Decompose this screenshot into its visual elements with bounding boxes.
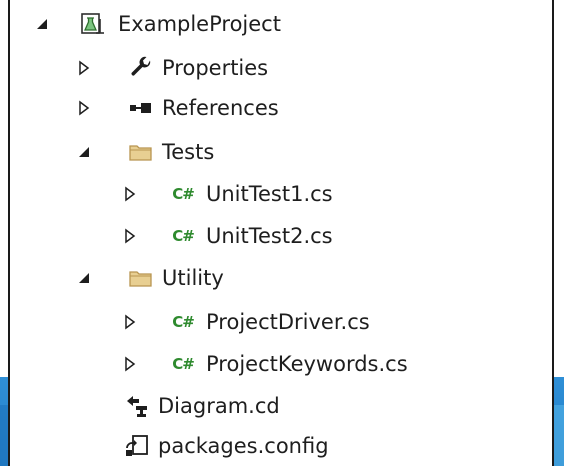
unittest1-label: UnitTest1.cs <box>206 182 333 206</box>
diagram-label: Diagram.cd <box>158 394 280 418</box>
slide-background: ExampleProject Properties References Tes… <box>0 0 564 466</box>
projectkeywords-label: ProjectKeywords.cs <box>206 352 408 376</box>
tree-node-utility-folder[interactable]: Utility <box>10 258 552 298</box>
packages-label: packages.config <box>158 434 329 458</box>
tree-node-properties[interactable]: Properties <box>10 48 552 88</box>
collapsed-arrow-icon[interactable] <box>122 356 138 372</box>
collapsed-arrow-icon[interactable] <box>122 228 138 244</box>
folder-icon <box>128 139 154 165</box>
expanded-arrow-icon[interactable] <box>76 144 92 160</box>
collapsed-arrow-icon[interactable] <box>122 186 138 202</box>
tree-node-projectdriver[interactable]: C# ProjectDriver.cs <box>10 302 552 342</box>
expanded-arrow-icon[interactable] <box>76 270 92 286</box>
tree-node-references[interactable]: References <box>10 88 552 128</box>
references-label: References <box>162 96 279 120</box>
wrench-icon <box>128 55 154 81</box>
csharp-file-icon: C# <box>172 227 195 245</box>
csharp-file-icon: C# <box>172 185 195 203</box>
tree-node-unittest1[interactable]: C# UnitTest1.cs <box>10 174 552 214</box>
tests-folder-label: Tests <box>162 140 215 164</box>
solution-tree: ExampleProject Properties References Tes… <box>10 0 552 466</box>
properties-label: Properties <box>162 56 269 80</box>
tree-node-diagram[interactable]: Diagram.cd <box>10 386 552 426</box>
expanded-arrow-icon[interactable] <box>34 16 50 32</box>
utility-folder-label: Utility <box>162 266 224 290</box>
tree-node-unittest2[interactable]: C# UnitTest2.cs <box>10 216 552 256</box>
collapsed-arrow-icon[interactable] <box>122 314 138 330</box>
tree-node-tests-folder[interactable]: Tests <box>10 132 552 172</box>
csharp-file-icon: C# <box>172 313 195 331</box>
collapsed-arrow-icon[interactable] <box>76 100 92 116</box>
csharp-file-icon: C# <box>172 355 195 373</box>
unittest2-label: UnitTest2.cs <box>206 224 333 248</box>
tree-node-packages[interactable]: packages.config <box>10 426 552 466</box>
collapsed-arrow-icon[interactable] <box>76 60 92 76</box>
class-diagram-icon <box>124 393 150 419</box>
projectdriver-label: ProjectDriver.cs <box>206 310 370 334</box>
references-icon <box>128 95 154 121</box>
solution-explorer-panel: ExampleProject Properties References Tes… <box>8 0 554 466</box>
test-project-icon <box>80 11 106 37</box>
config-file-icon <box>124 433 150 459</box>
tree-node-project[interactable]: ExampleProject <box>10 4 552 44</box>
folder-icon <box>128 265 154 291</box>
tree-node-projectkeywords[interactable]: C# ProjectKeywords.cs <box>10 344 552 384</box>
project-label: ExampleProject <box>118 12 281 36</box>
